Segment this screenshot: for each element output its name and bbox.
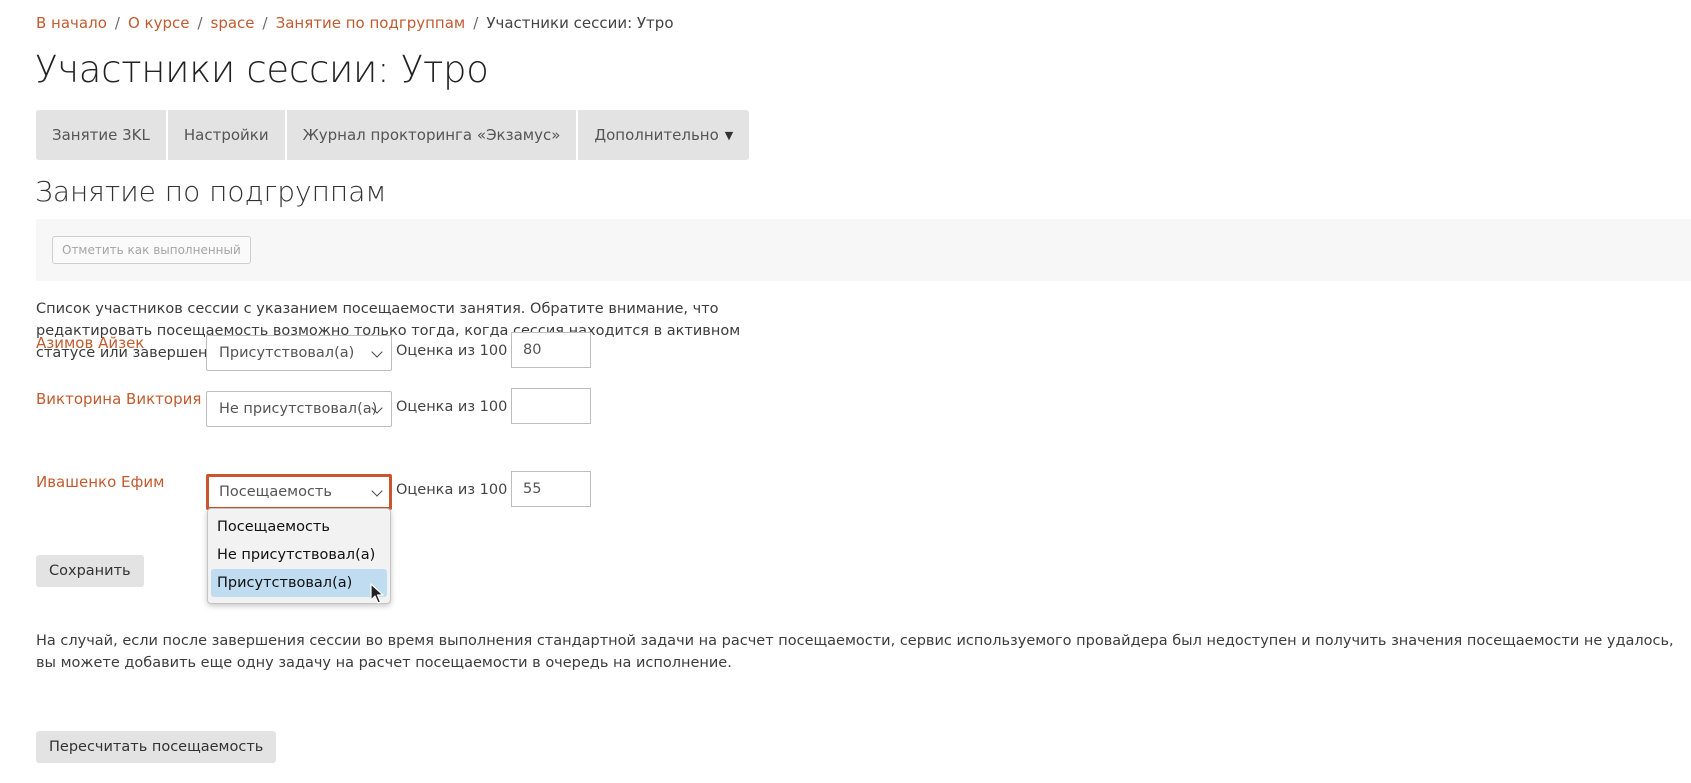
tab-label: Дополнительно: [594, 126, 719, 144]
recalculate-attendance-button[interactable]: Пересчитать посещаемость: [36, 731, 277, 763]
attendance-select[interactable]: Не присутствовал(а): [206, 391, 392, 427]
grade-input[interactable]: 55: [511, 471, 591, 507]
breadcrumb-link-home[interactable]: В начало: [36, 14, 107, 32]
participant-row: Ивашенко Ефим Посещаемость Оценка из 100…: [36, 471, 736, 511]
breadcrumb-link-course[interactable]: О курсе: [128, 14, 190, 32]
tab-proctoring-log[interactable]: Журнал прокторинга «Экзамус»: [287, 110, 579, 160]
dropdown-option-absent[interactable]: Не присутствовал(а): [211, 541, 387, 569]
participant-name[interactable]: Азимов Айзек: [36, 334, 144, 352]
dropdown-option-present[interactable]: Присутствовал(а): [211, 569, 387, 597]
recalc-note: На случай, если после завершения сессии …: [36, 633, 1674, 671]
grade-label: Оценка из 100: [396, 482, 508, 498]
breadcrumb: В начало / О курсе / space / Занятие по подгру…: [36, 14, 674, 32]
breadcrumb-separator: /: [197, 14, 203, 32]
grade-label: Оценка из 100: [396, 399, 508, 415]
breadcrumb-separator: /: [114, 14, 120, 32]
attendance-select[interactable]: Присутствовал(а): [206, 335, 392, 371]
save-button[interactable]: Сохранить: [36, 555, 144, 587]
tab-more[interactable]: Дополнительно ▼: [578, 110, 749, 160]
attendance-value: Не присутствовал(а): [219, 401, 378, 417]
mark-done-button[interactable]: Отметить как выполненный: [52, 236, 251, 264]
tab-settings[interactable]: Настройки: [168, 110, 287, 160]
breadcrumb-separator: /: [262, 14, 268, 32]
mouse-pointer-icon: [370, 583, 384, 604]
tab-label: Журнал прокторинга «Экзамус»: [302, 126, 561, 144]
grade-label: Оценка из 100: [396, 343, 508, 359]
breadcrumb-link-section[interactable]: space: [211, 14, 255, 32]
attendance-dropdown-list: Посещаемость Не присутствовал(а) Присутс…: [207, 508, 391, 604]
attendance-value: Посещаемость: [219, 484, 332, 500]
breadcrumb-current: Участники сессии: Утро: [486, 14, 674, 32]
tab-label: Занятие 3KL: [52, 126, 150, 144]
attendance-select[interactable]: Посещаемость: [206, 474, 392, 510]
tab-label: Настройки: [183, 126, 269, 144]
grade-input[interactable]: [511, 388, 591, 424]
participant-row: Азимов Айзек Присутствовал(а) Оценка из …: [36, 332, 736, 372]
chevron-down-icon: ▼: [724, 128, 734, 142]
participant-row: Викторина Виктория Не присутствовал(а) О…: [36, 388, 736, 428]
attendance-value: Присутствовал(а): [219, 345, 355, 361]
participant-name[interactable]: Ивашенко Ефим: [36, 473, 164, 491]
completion-bar: Отметить как выполненный: [36, 219, 1691, 281]
chevron-down-icon: [371, 485, 383, 497]
breadcrumb-separator: /: [473, 14, 479, 32]
breadcrumb-link-activity[interactable]: Занятие по подгруппам: [276, 14, 466, 32]
tab-activity[interactable]: Занятие 3KL: [36, 110, 168, 160]
section-title: Занятие по подгруппам: [35, 175, 387, 208]
dropdown-option-attendance[interactable]: Посещаемость: [211, 513, 387, 541]
page-title: Участники сессии: Утро: [35, 48, 489, 91]
activity-tabs: Занятие 3KL Настройки Журнал прокторинга…: [36, 110, 750, 160]
chevron-down-icon: [371, 346, 383, 358]
grade-input[interactable]: 80: [511, 332, 591, 368]
participant-name[interactable]: Викторина Виктория: [36, 390, 201, 408]
